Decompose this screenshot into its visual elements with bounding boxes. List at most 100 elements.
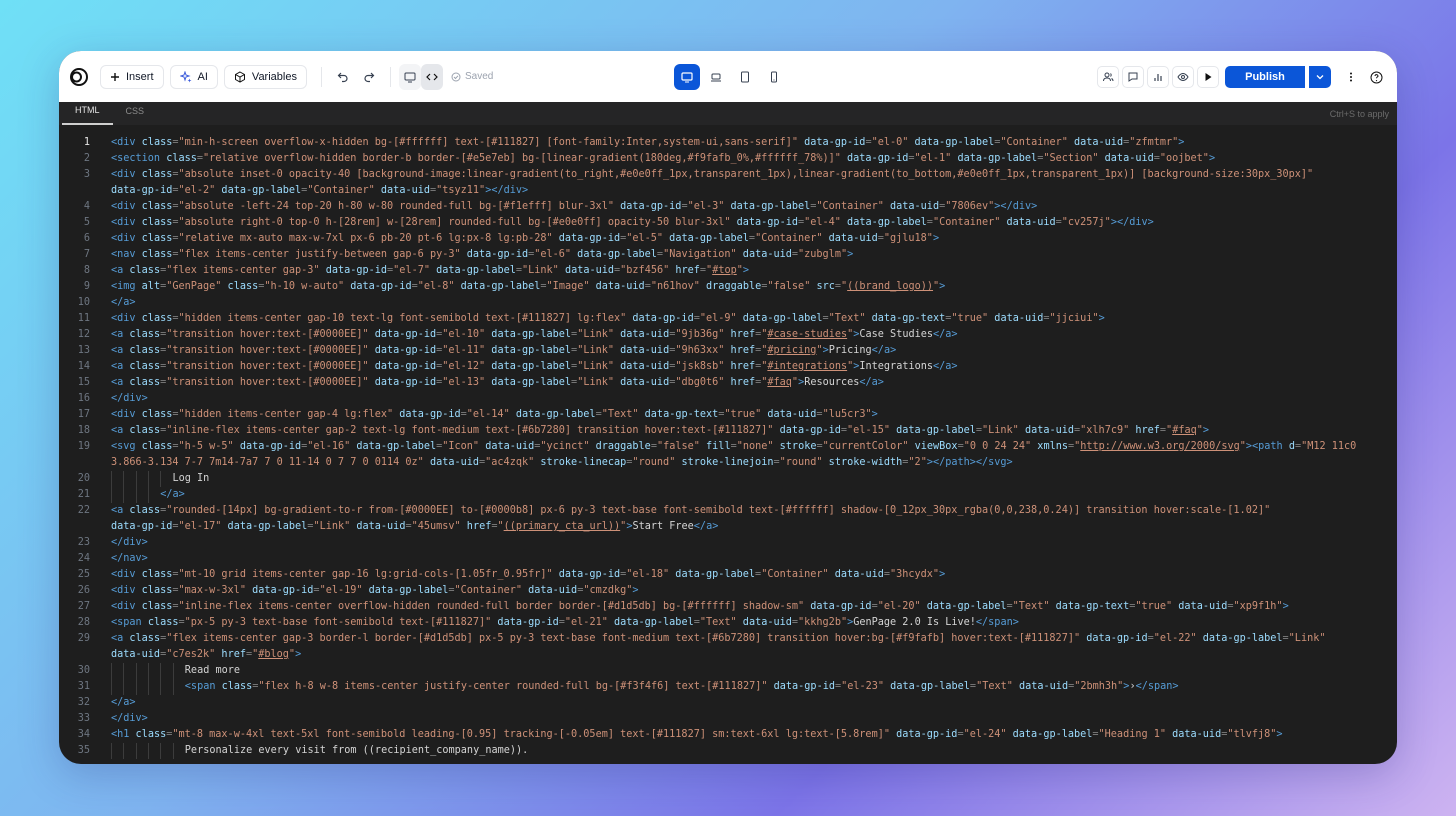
line-number: 19 xyxy=(77,441,90,452)
code-token: "lu5cr3" xyxy=(822,409,872,420)
indent-guide xyxy=(123,743,125,759)
eye-icon[interactable] xyxy=(1172,66,1194,88)
indent-guide xyxy=(123,487,125,503)
indent-guide xyxy=(147,679,149,695)
publish-button[interactable]: Publish xyxy=(1225,66,1305,88)
help-icon[interactable] xyxy=(1365,64,1387,90)
code-token: data-gp-label xyxy=(736,313,823,324)
code-token: data-uid xyxy=(111,649,161,660)
indent-guide xyxy=(111,487,112,503)
code-line: Read more xyxy=(111,663,240,679)
code-token: data-gp-label xyxy=(221,521,308,532)
ai-button[interactable]: AI xyxy=(169,64,218,89)
indent-guide xyxy=(147,487,149,503)
code-token: "el-17" xyxy=(178,521,222,532)
variables-button[interactable]: Variables xyxy=(223,64,307,89)
redo-icon[interactable] xyxy=(356,64,382,90)
app-logo-icon[interactable] xyxy=(69,67,89,87)
code-token: 3.866-3.134 7-7 7m14-7a7 7 0 11-14 0 7 7… xyxy=(111,457,424,468)
code-token: "el-6" xyxy=(534,249,572,260)
code-token: </a> xyxy=(933,329,958,340)
code-line: <section class="relative overflow-hidden… xyxy=(111,153,1215,164)
code-line: <span class="px-5 py-3 text-base font-se… xyxy=(111,617,1019,628)
code-token: data-gp-id xyxy=(368,345,437,356)
code-token: ></path></svg> xyxy=(926,457,1013,468)
code-token: "ycinct" xyxy=(540,441,590,452)
code-token: > xyxy=(1276,729,1283,740)
code-token: data-uid xyxy=(558,265,615,276)
chevron-down-icon[interactable] xyxy=(1309,66,1331,88)
code-line: data-uid="c7es2k" href="#blog"> xyxy=(111,649,301,660)
code-editor[interactable]: 1 <div class="min-h-screen overflow-x-hid… xyxy=(59,135,1397,764)
code-token: data-gp-id xyxy=(460,249,529,260)
code-token: "Link" xyxy=(313,521,351,532)
code-line: <a class="transition hover:text-[#0000EE… xyxy=(111,345,896,356)
code-token: stroke-linecap xyxy=(534,457,627,468)
mobile-view-icon[interactable] xyxy=(761,64,787,90)
tab-html[interactable]: HTML xyxy=(62,102,113,125)
saved-label: Saved xyxy=(464,71,494,82)
code-line: </a> xyxy=(111,297,136,308)
code-token: class xyxy=(135,729,167,740)
tablet-view-icon[interactable] xyxy=(732,64,758,90)
code-token: data-gp-id xyxy=(245,585,314,596)
preview-code-icon[interactable] xyxy=(398,63,421,90)
indent-guide xyxy=(135,487,137,503)
code-token: "Link" xyxy=(577,361,614,372)
desktop-view-icon[interactable] xyxy=(674,64,700,90)
code-token: <a xyxy=(111,329,130,340)
line-number: 29 xyxy=(77,633,90,644)
line-number: 1 xyxy=(83,137,90,148)
code-token: data-gp-id xyxy=(491,617,559,628)
code-token: "min-h-screen overflow-x-hidden bg-[#fff… xyxy=(178,137,798,148)
code-token: href xyxy=(215,649,246,660)
code-token: "el-21" xyxy=(564,617,608,628)
code-token: "el-19" xyxy=(319,585,363,596)
laptop-view-icon[interactable] xyxy=(703,64,729,90)
code-token: data-gp-id xyxy=(111,185,173,196)
code-token: data-uid xyxy=(614,361,670,372)
code-token: data-uid xyxy=(521,585,578,596)
code-token: data-gp-id xyxy=(319,265,388,276)
undo-icon[interactable] xyxy=(330,64,356,90)
code-token: class xyxy=(221,681,253,692)
code-token: #blog xyxy=(258,649,289,660)
code-token: #case-studies xyxy=(767,329,848,340)
code-token: Integrations xyxy=(859,361,933,372)
code-token: data-uid xyxy=(822,233,878,244)
line-number: 15 xyxy=(77,377,90,388)
code-token: "el-10" xyxy=(442,329,486,340)
analytics-icon[interactable] xyxy=(1147,66,1169,88)
line-number: 13 xyxy=(77,345,90,356)
line-number: 28 xyxy=(77,617,90,628)
code-line: <div class="max-w-3xl" data-gp-id="el-19… xyxy=(111,585,639,596)
code-token: </a> xyxy=(859,377,884,388)
line-number: 23 xyxy=(77,537,90,548)
play-icon[interactable] xyxy=(1197,66,1219,88)
comment-icon[interactable] xyxy=(1122,66,1144,88)
tab-css[interactable]: CSS xyxy=(113,102,158,125)
code-token: "flex items-center gap-3 border-l border… xyxy=(166,633,1081,644)
line-number: 35 xyxy=(77,745,90,756)
code-token: "hidden items-center gap-4 lg:flex" xyxy=(178,409,394,420)
code-line: <div class="relative mx-auto max-w-7xl p… xyxy=(111,233,939,244)
code-token: data-uid xyxy=(736,617,792,628)
code-token: ></div> xyxy=(1110,217,1154,228)
code-token: </div> xyxy=(111,713,148,724)
code-token: <span xyxy=(184,681,222,692)
code-token: ((brand_logo)) xyxy=(847,281,934,292)
code-token: "el-4" xyxy=(804,217,841,228)
code-token: data-gp-id xyxy=(626,313,694,324)
users-icon[interactable] xyxy=(1097,66,1119,88)
line-number: 10 xyxy=(77,297,90,308)
code-token: data-gp-label xyxy=(362,585,449,596)
code-token: class xyxy=(129,345,161,356)
more-vertical-icon[interactable] xyxy=(1340,64,1362,90)
code-token: data-gp-id xyxy=(368,329,437,340)
insert-button[interactable]: Insert xyxy=(100,64,164,89)
code-token: "bzf456" xyxy=(620,265,670,276)
code-token: data-gp-id xyxy=(368,361,437,372)
code-view-icon[interactable] xyxy=(420,63,443,90)
indent-guide xyxy=(111,471,112,487)
code-token: > xyxy=(932,233,940,244)
